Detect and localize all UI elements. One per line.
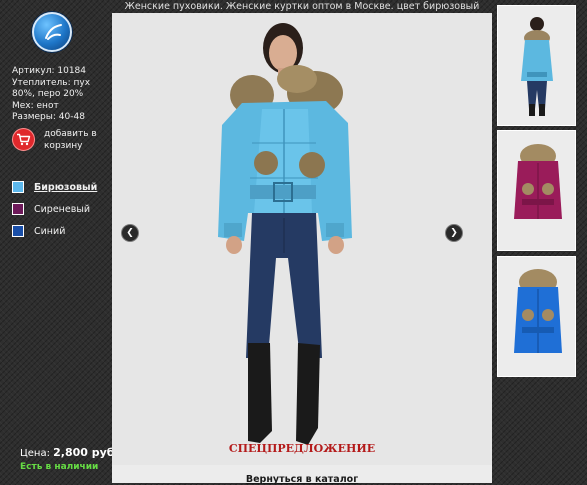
logo[interactable]	[32, 12, 72, 52]
price: Цена: 2,800 руб.	[20, 446, 119, 459]
stock-status: Есть в наличии	[20, 462, 99, 472]
spec-sizes: Размеры: 40-48	[12, 112, 85, 122]
color-option-lilac[interactable]: Сиреневый	[12, 198, 97, 220]
page-title: Женские пуховики. Женские куртки оптом в…	[124, 1, 480, 12]
main-product-image	[112, 13, 492, 465]
chevron-left-icon: ❮	[126, 228, 134, 238]
previous-image-button[interactable]: ❮	[121, 224, 139, 242]
back-to-catalog-link[interactable]: Вернуться в каталог	[246, 474, 358, 485]
add-to-cart-button[interactable]: добавить в корзину	[12, 128, 112, 164]
special-offer-label: СПЕЦПРЕДЛОЖЕНИЕ	[228, 442, 376, 455]
color-option-blue[interactable]: Синий	[12, 220, 97, 242]
back-bar: Вернуться в каталог	[112, 465, 492, 485]
color-options: Бирюзовый Сиреневый Синий	[12, 176, 97, 242]
add-to-cart-label: добавить в корзину	[44, 129, 97, 151]
color-option-turquoise[interactable]: Бирюзовый	[12, 176, 97, 198]
price-label: Цена:	[20, 448, 50, 459]
color-swatch	[12, 181, 24, 193]
thumbnail-turquoise[interactable]	[497, 5, 576, 126]
cart-icon	[12, 128, 35, 151]
thumbnail-image	[514, 269, 562, 353]
spec-insulation: Утеплитель: пух 80%, перо 20%	[12, 77, 91, 100]
model-photo	[218, 23, 352, 445]
spec-article: Артикул: 10184	[12, 66, 86, 76]
spec-fur: Мех: енот	[12, 100, 59, 111]
color-label: Бирюзовый	[34, 181, 98, 193]
thumbnail-image	[521, 17, 553, 116]
color-swatch	[12, 203, 24, 215]
thumbnail-blue[interactable]	[497, 256, 576, 377]
thumbnail-lilac[interactable]	[497, 130, 576, 251]
price-value: 2,800 руб.	[53, 446, 119, 459]
thumbnail-image	[514, 144, 562, 219]
next-image-button[interactable]: ❯	[445, 224, 463, 242]
product-specs: Артикул: 10184 Утеплитель: пух 80%, перо…	[12, 66, 110, 124]
color-swatch	[12, 225, 24, 237]
color-label: Сиреневый	[34, 203, 91, 215]
logo-mark-icon	[45, 24, 62, 40]
chevron-right-icon: ❯	[450, 228, 458, 238]
color-label: Синий	[34, 225, 66, 237]
